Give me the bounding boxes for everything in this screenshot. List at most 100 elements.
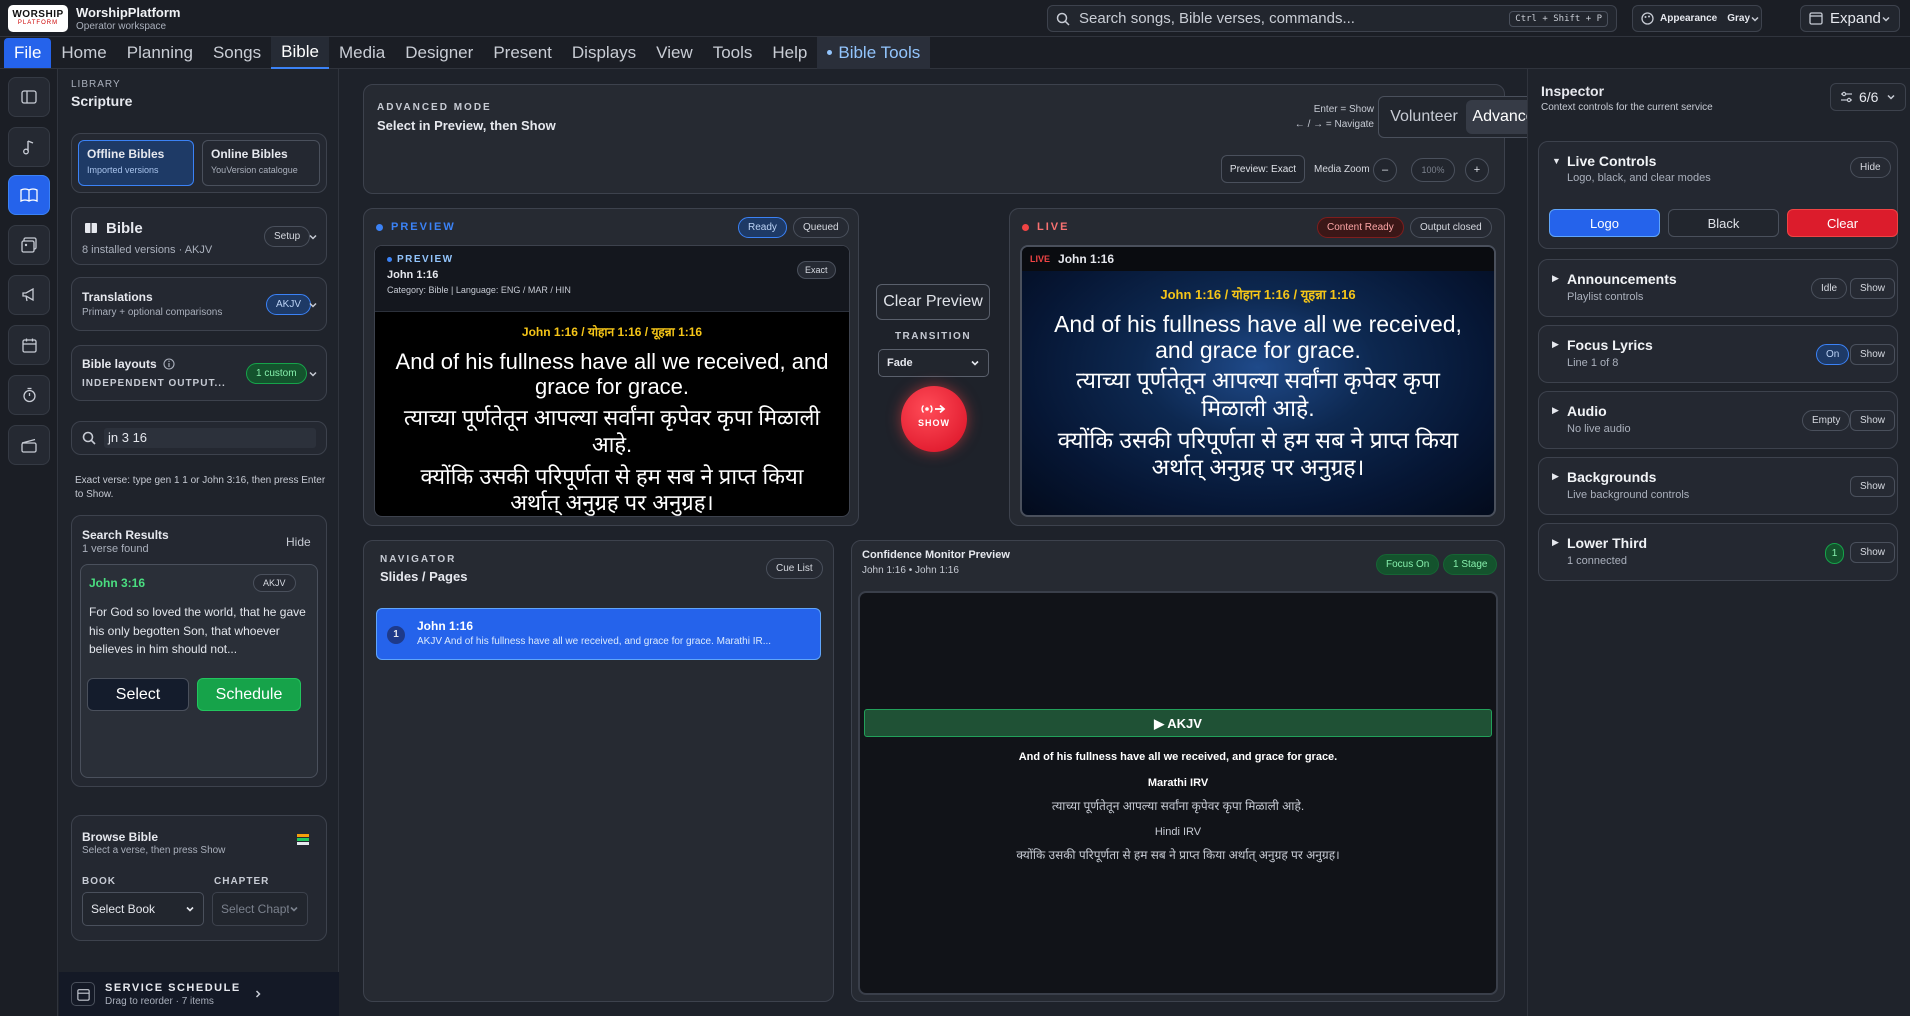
tab-online-bibles[interactable]: Online Bibles YouVersion catalogue [202, 140, 320, 186]
focus-lyrics-card[interactable]: ▶ Focus Lyrics Line 1 of 8 On Show [1538, 325, 1898, 383]
chevron-down-icon[interactable] [308, 300, 318, 310]
tab-offline-bibles[interactable]: Offline Bibles Imported versions [78, 140, 194, 186]
menu-songs[interactable]: Songs [203, 37, 271, 69]
zoom-out-button[interactable]: – [1373, 158, 1397, 182]
select-verse-button[interactable]: Select [87, 678, 189, 711]
rail-slides[interactable] [8, 425, 50, 465]
menu-bible-tools[interactable]: Bible Tools [817, 36, 931, 69]
clear-button[interactable]: Clear [1787, 209, 1898, 237]
menu-displays[interactable]: Displays [562, 37, 646, 69]
zoom-in-button[interactable]: + [1465, 158, 1489, 182]
volunteer-mode-button[interactable]: Volunteer [1382, 100, 1466, 134]
live-ref: John 1:16 [1058, 252, 1115, 266]
menu-home[interactable]: Home [51, 37, 116, 69]
backgrounds-title: Backgrounds [1567, 469, 1657, 485]
preview-verse-en: And of his fullness have all we received… [395, 349, 829, 399]
broadcast-arrow-icon [901, 386, 967, 415]
show-button[interactable]: SHOW [901, 386, 967, 452]
live-verse-hi: क्योंकि उसकी परिपूर्णता से हम सब ने प्रा… [1057, 426, 1459, 481]
preview-screen[interactable]: PREVIEW John 1:16 Category: Bible | Lang… [374, 245, 850, 517]
expand-button[interactable]: Expand [1800, 5, 1900, 32]
announcements-sub: Playlist controls [1567, 291, 1644, 303]
announcements-show-button[interactable]: Show [1850, 278, 1896, 299]
rail-timers[interactable] [8, 375, 50, 415]
rail-announcements[interactable] [8, 275, 50, 315]
lower-third-card[interactable]: ▶ Lower Third 1 connected 1 Show [1538, 523, 1898, 581]
clear-preview-button[interactable]: Clear Preview [876, 284, 990, 320]
menu-media[interactable]: Media [329, 37, 395, 69]
bible-layouts-badge: 1 custom [246, 363, 307, 384]
backgrounds-card[interactable]: ▶ Backgrounds Live background controls S… [1538, 457, 1898, 515]
lower-third-sub: 1 connected [1567, 555, 1627, 567]
live-kicker: LIVE [1037, 221, 1070, 233]
lower-third-show-button[interactable]: Show [1850, 542, 1896, 563]
schedule-verse-button[interactable]: Schedule [197, 678, 301, 711]
menu-present[interactable]: Present [483, 37, 562, 69]
logo-button[interactable]: Logo [1549, 209, 1660, 237]
inspector-panel: Inspector Context controls for the curre… [1527, 69, 1910, 1016]
live-controls-card: ▼ Live Controls Logo, black, and clear m… [1538, 141, 1898, 249]
backgrounds-show-button[interactable]: Show [1850, 476, 1896, 497]
service-schedule-bar[interactable]: SERVICE SCHEDULE Drag to reorder · 7 ite… [59, 972, 339, 1016]
preview-verse-mr: त्याच्या पूर्णतेतून आपल्या सर्वांना कृपे… [403, 405, 821, 457]
calendar-icon [71, 982, 95, 1006]
menu-file[interactable]: File [4, 37, 52, 68]
verse-result-ref: John 3:16 [89, 576, 146, 590]
sidebar-icon [21, 90, 37, 104]
audio-show-button[interactable]: Show [1850, 410, 1896, 431]
chevron-down-icon[interactable] [308, 369, 318, 379]
verse-search-field[interactable]: jn 3 16 [71, 421, 327, 455]
caret-right-icon: ▶ [1552, 405, 1559, 415]
transition-select[interactable]: Fade [878, 349, 989, 377]
calendar-icon [21, 338, 37, 353]
translations-card[interactable]: Translations Primary + optional comparis… [71, 277, 327, 331]
rail-media[interactable] [8, 225, 50, 265]
images-icon [21, 237, 37, 253]
slide-item[interactable]: 1 John 1:16 AKJV And of his fullness hav… [376, 608, 821, 660]
menu-tools[interactable]: Tools [703, 37, 763, 69]
appearance-select[interactable]: Appearance Gray [1632, 5, 1762, 32]
search-shortcut: Ctrl + Shift + P [1509, 10, 1608, 27]
menu-designer[interactable]: Designer [395, 37, 483, 69]
preview-exact-button[interactable]: Preview: Exact [1221, 155, 1305, 183]
menu-help[interactable]: Help [762, 37, 817, 69]
global-search-placeholder: Search songs, Bible verses, commands... [1079, 10, 1355, 27]
rail-planning[interactable] [8, 325, 50, 365]
focus-lyrics-show-button[interactable]: Show [1850, 344, 1896, 365]
rail-songs[interactable] [8, 127, 50, 167]
rail-sidebar-toggle[interactable] [8, 77, 50, 117]
verse-result-version: AKJV [253, 574, 296, 592]
service-schedule-title: SERVICE SCHEDULE [105, 981, 241, 994]
live-controls-hide-button[interactable]: Hide [1850, 157, 1891, 178]
menu-bible[interactable]: Bible [271, 36, 329, 69]
verse-search-input[interactable]: jn 3 16 [104, 428, 316, 448]
audio-card[interactable]: ▶ Audio No live audio Empty Show [1538, 391, 1898, 449]
global-search[interactable]: Search songs, Bible verses, commands... … [1047, 5, 1617, 32]
search-results-hide-button[interactable]: Hide [286, 535, 311, 549]
announcements-card[interactable]: ▶ Announcements Playlist controls Idle S… [1538, 259, 1898, 317]
inspector-filter-button[interactable]: 6/6 [1830, 83, 1906, 111]
navigator-title: Slides / Pages [380, 569, 468, 584]
chevron-down-icon[interactable] [308, 232, 318, 242]
rail-bible[interactable] [8, 175, 50, 215]
bible-setup-button[interactable]: Setup [264, 226, 311, 247]
preview-dot [376, 223, 383, 231]
black-button[interactable]: Black [1668, 209, 1779, 237]
info-icon[interactable] [163, 358, 175, 370]
live-verse-head: John 1:16 / योहान 1:16 / यूहन्ना 1:16 [1160, 287, 1356, 302]
chapter-select[interactable]: Select Chapter [212, 892, 308, 926]
book-select[interactable]: Select Book [82, 892, 204, 926]
browse-bible-title: Browse Bible [82, 830, 159, 844]
media-zoom-label: Media Zoom [1314, 164, 1370, 175]
verse-result-card[interactable]: John 3:16 AKJV For God so loved the worl… [80, 564, 318, 778]
backgrounds-sub: Live background controls [1567, 489, 1690, 501]
caret-down-icon[interactable]: ▼ [1552, 156, 1561, 166]
announcements-title: Announcements [1567, 271, 1677, 287]
bible-layouts-card[interactable]: Bible layouts INDEPENDENT OUTPUT... 1 cu… [71, 345, 327, 401]
dot-icon [827, 50, 833, 55]
bible-card[interactable]: Bible 8 installed versions · AKJV Setup [71, 207, 327, 265]
menu-planning[interactable]: Planning [117, 37, 203, 69]
menu-view[interactable]: View [646, 37, 703, 69]
cue-list-button[interactable]: Cue List [766, 558, 823, 579]
expand-label: Expand [1830, 10, 1881, 27]
